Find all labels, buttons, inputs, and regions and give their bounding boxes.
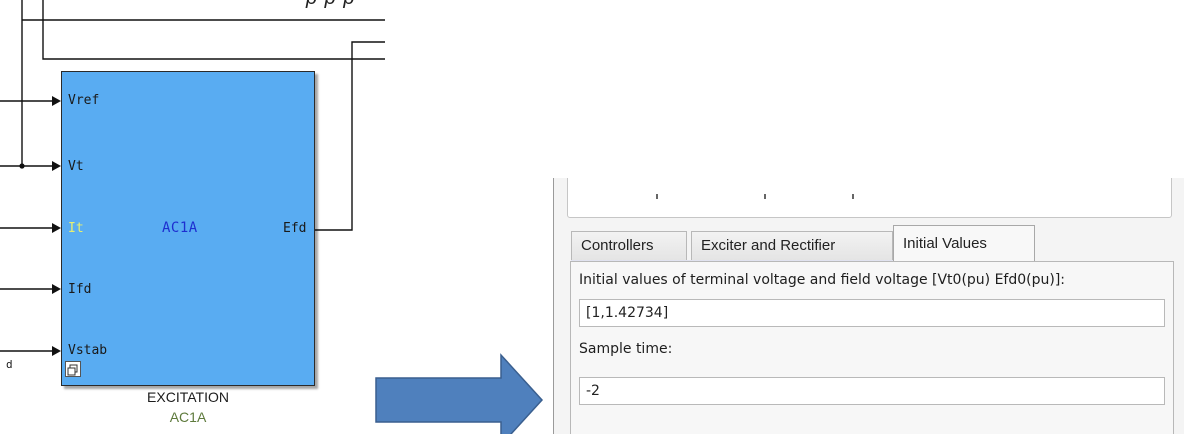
tab-panel-initial-values: Initial values of terminal voltage and f… [570,261,1174,434]
previous-panel [567,178,1172,218]
block-parameters-dialog: Controllers Exciter and Rectifier Initia… [553,178,1184,434]
tab-controllers[interactable]: Controllers [571,231,687,261]
initial-values-field[interactable] [579,299,1165,327]
sample-time-field[interactable] [579,377,1165,405]
right-arrow-icon [375,353,544,434]
initial-values-label: Initial values of terminal voltage and f… [579,272,1066,288]
tab-initial-values[interactable]: Initial Values [893,225,1035,261]
tab-exciter-and-rectifier[interactable]: Exciter and Rectifier [691,231,893,261]
sample-time-label: Sample time: [579,341,673,357]
